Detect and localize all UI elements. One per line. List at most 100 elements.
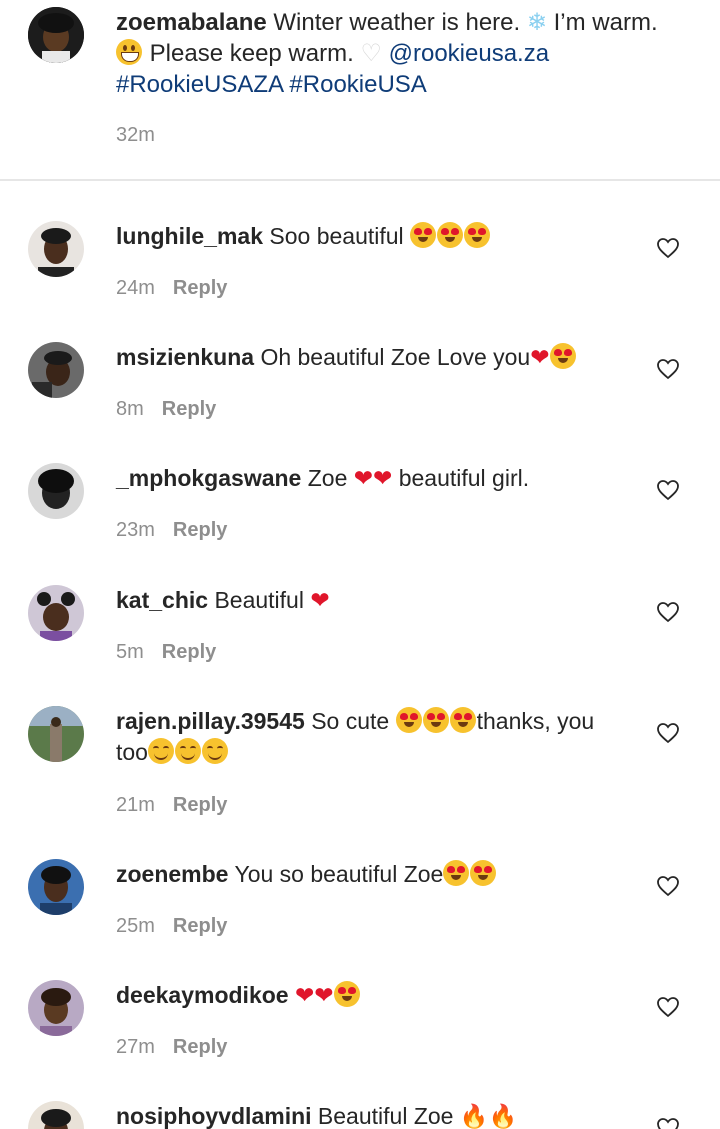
comment-body: thanks, you <box>476 708 595 734</box>
comment-timestamp: 5m <box>116 641 144 663</box>
comment-text: rajen.pillay.39545 So cute thanks, you t… <box>116 706 626 768</box>
avatar[interactable] <box>28 342 84 398</box>
comment-meta: 27m Reply <box>116 1036 227 1059</box>
comment-item: zoenembe You so beautiful Zoe 25m Reply <box>0 819 720 939</box>
heart-eyes-icon <box>470 860 497 886</box>
heart-eyes-icon <box>437 222 464 248</box>
heart-eyes-icon <box>443 860 470 886</box>
caption-username[interactable]: zoemabalane <box>116 9 267 36</box>
avatar[interactable] <box>28 859 84 915</box>
comment-text: deekaymodikoe ❤❤ <box>116 980 626 1012</box>
comment-timestamp: 27m <box>116 1036 155 1058</box>
reply-button[interactable]: Reply <box>173 277 227 299</box>
comment-body: beautiful girl. <box>398 465 530 491</box>
snowflake-icon: ❄ <box>526 8 547 36</box>
comment-body: Oh beautiful Zoe Love you <box>260 344 531 370</box>
fire-icon: 🔥🔥 <box>459 1104 518 1129</box>
comment-meta: 24m Reply <box>116 277 227 300</box>
caption-text-part: I’m warm. <box>553 9 658 36</box>
smiling-face-icon <box>174 738 201 764</box>
comment-username[interactable]: kat_chic <box>116 587 208 613</box>
grinning-face-icon <box>116 39 142 65</box>
avatar[interactable] <box>28 1101 84 1129</box>
comment-timestamp: 25m <box>116 915 155 937</box>
comment-username[interactable]: nosiphoyvdlamini <box>116 1103 312 1129</box>
white-heart-icon: ♡ <box>360 39 382 67</box>
red-heart-icon: ❤❤ <box>294 983 334 1009</box>
avatar[interactable] <box>28 585 84 641</box>
comment-item: nosiphoyvdlamini Beautiful Zoe 🔥🔥 <box>0 1061 720 1129</box>
avatar[interactable] <box>28 706 84 762</box>
comment-meta: 23m Reply <box>116 519 227 542</box>
comment-meta: 5m Reply <box>116 641 216 664</box>
reply-button[interactable]: Reply <box>162 641 216 663</box>
comment-meta: 21m Reply <box>116 794 227 817</box>
red-heart-icon: ❤ <box>530 345 550 371</box>
avatar[interactable] <box>28 980 84 1036</box>
reply-button[interactable]: Reply <box>173 1036 227 1058</box>
red-heart-icon: ❤❤ <box>353 466 393 492</box>
comment-timestamp: 24m <box>116 277 155 299</box>
comment-timestamp: 23m <box>116 519 155 541</box>
like-heart-icon[interactable] <box>656 358 680 380</box>
reply-button[interactable]: Reply <box>173 915 227 937</box>
heart-eyes-icon <box>449 707 476 733</box>
heart-eyes-icon <box>410 222 437 248</box>
comment-username[interactable]: lunghile_mak <box>116 223 263 249</box>
comment-text: kat_chic Beautiful ❤ <box>116 585 626 617</box>
smiling-face-icon <box>147 738 174 764</box>
like-heart-icon[interactable] <box>656 875 680 897</box>
mention-link[interactable]: @rookieusa.za <box>389 40 549 67</box>
comment-timestamp: 8m <box>116 398 144 420</box>
like-heart-icon[interactable] <box>656 1117 680 1129</box>
comment-username[interactable]: rajen.pillay.39545 <box>116 708 305 734</box>
comment-text: msizienkuna Oh beautiful Zoe Love you❤ <box>116 342 626 374</box>
reply-button[interactable]: Reply <box>173 794 227 816</box>
caption-text-part: Please keep warm. <box>149 40 354 67</box>
comment-text: lunghile_mak Soo beautiful <box>116 221 626 252</box>
like-heart-icon[interactable] <box>656 601 680 623</box>
comment-text: zoenembe You so beautiful Zoe <box>116 859 626 890</box>
comment-item: kat_chic Beautiful ❤ 5m Reply <box>0 545 720 665</box>
like-heart-icon[interactable] <box>656 237 680 259</box>
avatar[interactable] <box>28 221 84 277</box>
caption-timestamp: 32m <box>116 124 155 146</box>
comment-item: rajen.pillay.39545 So cute thanks, you t… <box>0 666 720 818</box>
comment-username[interactable]: _mphokgaswane <box>116 465 301 491</box>
comment-timestamp: 21m <box>116 794 155 816</box>
avatar[interactable] <box>28 463 84 519</box>
heart-eyes-icon <box>549 343 576 369</box>
smiling-face-icon <box>201 738 228 764</box>
comment-username[interactable]: msizienkuna <box>116 344 254 370</box>
caption-text: zoemabalane Winter weather is here. ❄ I’… <box>116 7 696 100</box>
post-caption: zoemabalane Winter weather is here. ❄ I’… <box>0 0 720 180</box>
comment-meta: 25m Reply <box>116 915 227 938</box>
comment-item: deekaymodikoe ❤❤ 27m Reply <box>0 940 720 1060</box>
reply-button[interactable]: Reply <box>173 519 227 541</box>
comment-username[interactable]: deekaymodikoe <box>116 982 289 1008</box>
reply-button[interactable]: Reply <box>162 398 216 420</box>
like-heart-icon[interactable] <box>656 722 680 744</box>
caption-text-part: Winter weather is here. <box>273 9 521 36</box>
hashtag-links[interactable]: #RookieUSAZA #RookieUSA <box>116 71 427 98</box>
comment-item: lunghile_mak Soo beautiful 24m Reply <box>0 181 720 301</box>
comment-body: too <box>116 739 148 765</box>
comment-body: Beautiful Zoe <box>317 1103 454 1129</box>
comment-username[interactable]: zoenembe <box>116 861 228 887</box>
heart-eyes-icon <box>333 981 360 1007</box>
heart-eyes-icon <box>395 707 422 733</box>
comment-body: Beautiful <box>214 587 304 613</box>
comment-item: msizienkuna Oh beautiful Zoe Love you❤ 8… <box>0 302 720 422</box>
comment-text: _mphokgaswane Zoe ❤❤ beautiful girl. <box>116 463 626 495</box>
comment-body: You so beautiful Zoe <box>234 861 444 887</box>
like-heart-icon[interactable] <box>656 996 680 1018</box>
comment-body: Soo beautiful <box>269 223 404 249</box>
comment-item: _mphokgaswane Zoe ❤❤ beautiful girl. 23m… <box>0 423 720 543</box>
comment-text: nosiphoyvdlamini Beautiful Zoe 🔥🔥 <box>116 1101 626 1129</box>
comment-meta: 8m Reply <box>116 398 216 421</box>
heart-eyes-icon <box>464 222 491 248</box>
comment-body: Zoe <box>307 465 348 491</box>
avatar[interactable] <box>28 7 84 63</box>
red-heart-icon: ❤ <box>310 588 330 614</box>
like-heart-icon[interactable] <box>656 479 680 501</box>
